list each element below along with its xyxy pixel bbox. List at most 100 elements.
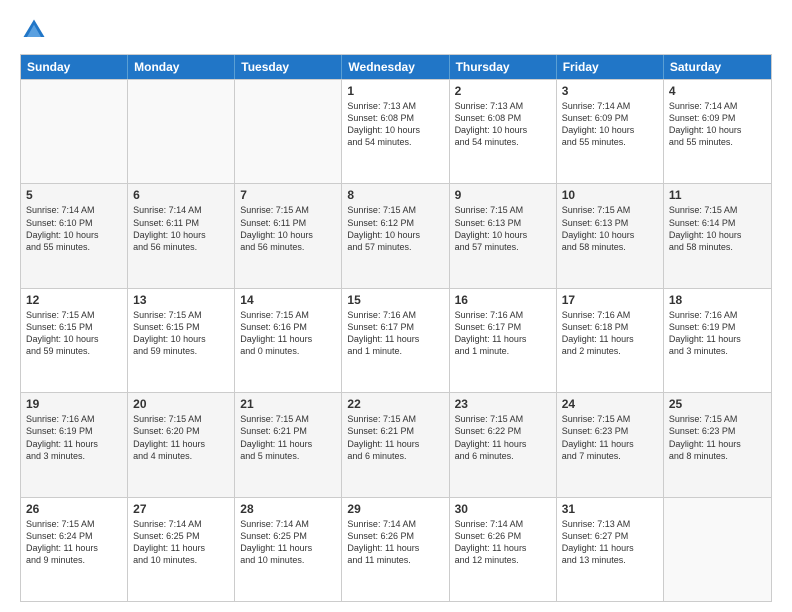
day-number: 6 [133, 188, 229, 202]
day-number: 21 [240, 397, 336, 411]
day-info: Sunrise: 7:15 AM Sunset: 6:13 PM Dayligh… [562, 204, 658, 253]
day-info: Sunrise: 7:15 AM Sunset: 6:15 PM Dayligh… [133, 309, 229, 358]
cal-week-1: 5Sunrise: 7:14 AM Sunset: 6:10 PM Daylig… [21, 183, 771, 287]
cal-cell-1-4: 9Sunrise: 7:15 AM Sunset: 6:13 PM Daylig… [450, 184, 557, 287]
day-number: 19 [26, 397, 122, 411]
day-number: 8 [347, 188, 443, 202]
header [20, 16, 772, 44]
cal-cell-2-4: 16 Sunrise: 7:16 AM Sunset: 6:17 PM Dayli… [450, 289, 557, 392]
day-number: 15 [347, 293, 443, 307]
cal-week-3: 19 Sunrise: 7:16 AM Sunset: 6:19 PM Dayli… [21, 392, 771, 496]
cal-header-thursday: Thursday [450, 55, 557, 79]
cal-cell-3-1: 20 Sunrise: 7:15 AM Sunset: 6:20 PM Dayli… [128, 393, 235, 496]
day-number: 3 [562, 84, 658, 98]
cal-cell-4-0: 26Sunrise: 7:15 AM Sunset: 6:24 PM Dayli… [21, 498, 128, 601]
day-number: 16 [455, 293, 551, 307]
day-info: Sunrise: 7:15 AM Sunset: 6:15 PM Dayligh… [26, 309, 122, 358]
cal-week-0: 1 Sunrise: 7:13 AM Sunset: 6:08 PM Daylig… [21, 79, 771, 183]
calendar-body: 1 Sunrise: 7:13 AM Sunset: 6:08 PM Daylig… [21, 79, 771, 601]
cal-header-monday: Monday [128, 55, 235, 79]
day-info: Sunrise: 7:16 AM Sunset: 6:19 PM Dayligh… [26, 413, 122, 462]
day-info: Sunrise: 7:15 AM Sunset: 6:12 PM Dayligh… [347, 204, 443, 253]
cal-cell-0-2 [235, 80, 342, 183]
day-info: Sunrise: 7:15 AM Sunset: 6:20 PM Dayligh… [133, 413, 229, 462]
day-info: Sunrise: 7:14 AM Sunset: 6:11 PM Dayligh… [133, 204, 229, 253]
cal-cell-1-5: 10Sunrise: 7:15 AM Sunset: 6:13 PM Dayli… [557, 184, 664, 287]
day-number: 18 [669, 293, 766, 307]
cal-cell-2-5: 17 Sunrise: 7:16 AM Sunset: 6:18 PM Dayli… [557, 289, 664, 392]
cal-header-sunday: Sunday [21, 55, 128, 79]
day-info: Sunrise: 7:15 AM Sunset: 6:16 PM Dayligh… [240, 309, 336, 358]
cal-cell-3-6: 25 Sunrise: 7:15 AM Sunset: 6:23 PM Dayli… [664, 393, 771, 496]
cal-cell-4-1: 27 Sunrise: 7:14 AM Sunset: 6:25 PM Dayli… [128, 498, 235, 601]
day-info: Sunrise: 7:15 AM Sunset: 6:22 PM Dayligh… [455, 413, 551, 462]
day-number: 11 [669, 188, 766, 202]
day-info: Sunrise: 7:16 AM Sunset: 6:17 PM Dayligh… [455, 309, 551, 358]
cal-cell-3-5: 24 Sunrise: 7:15 AM Sunset: 6:23 PM Dayli… [557, 393, 664, 496]
day-info: Sunrise: 7:14 AM Sunset: 6:09 PM Dayligh… [562, 100, 658, 149]
cal-header-saturday: Saturday [664, 55, 771, 79]
day-number: 23 [455, 397, 551, 411]
cal-cell-3-3: 22Sunrise: 7:15 AM Sunset: 6:21 PM Dayli… [342, 393, 449, 496]
cal-cell-1-2: 7Sunrise: 7:15 AM Sunset: 6:11 PM Daylig… [235, 184, 342, 287]
day-info: Sunrise: 7:14 AM Sunset: 6:26 PM Dayligh… [347, 518, 443, 567]
day-number: 24 [562, 397, 658, 411]
logo [20, 16, 52, 44]
day-number: 12 [26, 293, 122, 307]
cal-cell-2-6: 18 Sunrise: 7:16 AM Sunset: 6:19 PM Dayli… [664, 289, 771, 392]
cal-header-friday: Friday [557, 55, 664, 79]
cal-cell-4-5: 31 Sunrise: 7:13 AM Sunset: 6:27 PM Dayli… [557, 498, 664, 601]
day-info: Sunrise: 7:14 AM Sunset: 6:25 PM Dayligh… [240, 518, 336, 567]
day-info: Sunrise: 7:13 AM Sunset: 6:27 PM Dayligh… [562, 518, 658, 567]
day-info: Sunrise: 7:15 AM Sunset: 6:14 PM Dayligh… [669, 204, 766, 253]
cal-cell-2-0: 12 Sunrise: 7:15 AM Sunset: 6:15 PM Dayli… [21, 289, 128, 392]
day-info: Sunrise: 7:14 AM Sunset: 6:26 PM Dayligh… [455, 518, 551, 567]
day-number: 20 [133, 397, 229, 411]
cal-cell-0-3: 1 Sunrise: 7:13 AM Sunset: 6:08 PM Daylig… [342, 80, 449, 183]
day-number: 14 [240, 293, 336, 307]
cal-cell-1-1: 6 Sunrise: 7:14 AM Sunset: 6:11 PM Daylig… [128, 184, 235, 287]
day-info: Sunrise: 7:16 AM Sunset: 6:17 PM Dayligh… [347, 309, 443, 358]
cal-cell-4-3: 29Sunrise: 7:14 AM Sunset: 6:26 PM Dayli… [342, 498, 449, 601]
day-info: Sunrise: 7:15 AM Sunset: 6:11 PM Dayligh… [240, 204, 336, 253]
cal-cell-3-0: 19 Sunrise: 7:16 AM Sunset: 6:19 PM Dayli… [21, 393, 128, 496]
page: SundayMondayTuesdayWednesdayThursdayFrid… [0, 0, 792, 612]
day-info: Sunrise: 7:16 AM Sunset: 6:19 PM Dayligh… [669, 309, 766, 358]
day-number: 17 [562, 293, 658, 307]
calendar-header: SundayMondayTuesdayWednesdayThursdayFrid… [21, 55, 771, 79]
day-info: Sunrise: 7:15 AM Sunset: 6:23 PM Dayligh… [669, 413, 766, 462]
cal-week-2: 12 Sunrise: 7:15 AM Sunset: 6:15 PM Dayli… [21, 288, 771, 392]
day-number: 1 [347, 84, 443, 98]
day-info: Sunrise: 7:15 AM Sunset: 6:23 PM Dayligh… [562, 413, 658, 462]
day-number: 25 [669, 397, 766, 411]
logo-icon [20, 16, 48, 44]
day-info: Sunrise: 7:15 AM Sunset: 6:21 PM Dayligh… [240, 413, 336, 462]
day-number: 30 [455, 502, 551, 516]
cal-cell-0-6: 4Sunrise: 7:14 AM Sunset: 6:09 PM Daylig… [664, 80, 771, 183]
day-number: 4 [669, 84, 766, 98]
cal-cell-3-2: 21 Sunrise: 7:15 AM Sunset: 6:21 PM Dayli… [235, 393, 342, 496]
cal-cell-4-2: 28 Sunrise: 7:14 AM Sunset: 6:25 PM Dayli… [235, 498, 342, 601]
day-number: 2 [455, 84, 551, 98]
cal-header-tuesday: Tuesday [235, 55, 342, 79]
day-info: Sunrise: 7:14 AM Sunset: 6:25 PM Dayligh… [133, 518, 229, 567]
cal-cell-1-0: 5Sunrise: 7:14 AM Sunset: 6:10 PM Daylig… [21, 184, 128, 287]
cal-week-4: 26Sunrise: 7:15 AM Sunset: 6:24 PM Dayli… [21, 497, 771, 601]
cal-cell-2-1: 13Sunrise: 7:15 AM Sunset: 6:15 PM Dayli… [128, 289, 235, 392]
day-number: 26 [26, 502, 122, 516]
cal-header-wednesday: Wednesday [342, 55, 449, 79]
day-number: 27 [133, 502, 229, 516]
day-info: Sunrise: 7:16 AM Sunset: 6:18 PM Dayligh… [562, 309, 658, 358]
cal-cell-0-5: 3 Sunrise: 7:14 AM Sunset: 6:09 PM Daylig… [557, 80, 664, 183]
cal-cell-0-0 [21, 80, 128, 183]
cal-cell-1-6: 11 Sunrise: 7:15 AM Sunset: 6:14 PM Dayli… [664, 184, 771, 287]
day-number: 31 [562, 502, 658, 516]
day-info: Sunrise: 7:13 AM Sunset: 6:08 PM Dayligh… [347, 100, 443, 149]
cal-cell-2-2: 14 Sunrise: 7:15 AM Sunset: 6:16 PM Dayli… [235, 289, 342, 392]
cal-cell-0-4: 2Sunrise: 7:13 AM Sunset: 6:08 PM Daylig… [450, 80, 557, 183]
day-number: 9 [455, 188, 551, 202]
cal-cell-4-6 [664, 498, 771, 601]
day-info: Sunrise: 7:15 AM Sunset: 6:21 PM Dayligh… [347, 413, 443, 462]
day-number: 28 [240, 502, 336, 516]
cal-cell-1-3: 8 Sunrise: 7:15 AM Sunset: 6:12 PM Daylig… [342, 184, 449, 287]
